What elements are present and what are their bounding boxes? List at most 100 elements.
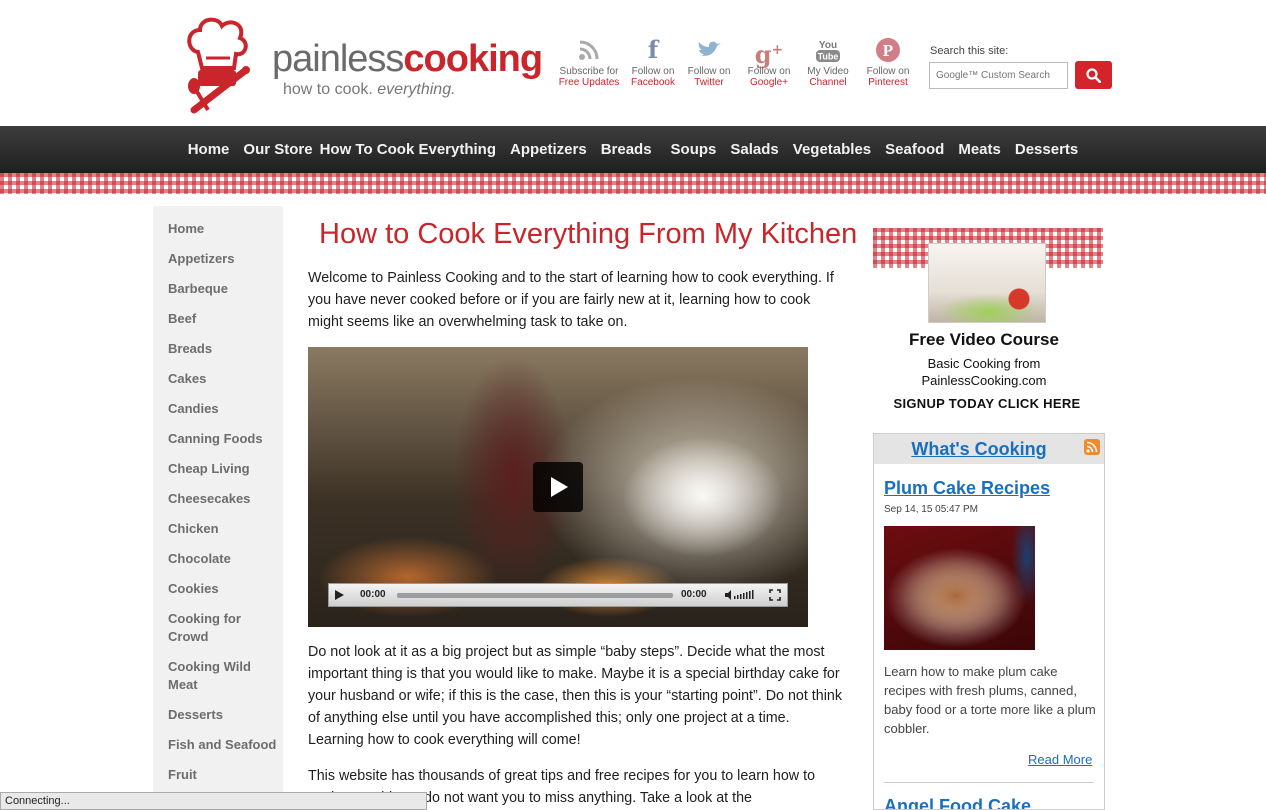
intro-paragraph: Welcome to Painless Cooking and to the s…	[308, 270, 834, 330]
nav-item-appetizers[interactable]: Appetizers	[503, 141, 594, 158]
sidebar-item-cooking-for-crowd[interactable]: Cooking for Crowd	[168, 610, 248, 646]
logo-wordmark-light: painless	[272, 38, 404, 80]
search-input[interactable]	[929, 62, 1068, 89]
promo-image	[928, 243, 1046, 323]
sidebar-item-fish-and-seafood[interactable]: Fish and Seafood	[168, 736, 280, 754]
svg-text:P: P	[883, 41, 893, 60]
pinterest-icon: P	[855, 34, 921, 66]
svg-text:Tube: Tube	[818, 52, 839, 62]
social-line1: Follow on	[687, 66, 731, 77]
sidebar-item-cheap-living[interactable]: Cheap Living	[168, 460, 280, 478]
sidebar-item-fruit[interactable]: Fruit	[168, 766, 280, 784]
tagline-prefix: how to cook.	[283, 81, 373, 98]
nav-item-seafood[interactable]: Seafood	[878, 141, 951, 158]
logo-tagline: how to cook. everything.	[283, 81, 456, 99]
svg-text:You: You	[819, 40, 837, 51]
nav-item-vegetables[interactable]: Vegetables	[786, 141, 878, 158]
sidebar-item-home[interactable]: Home	[168, 220, 280, 238]
social-link-rss[interactable]: Subscribe for Free Updates	[556, 34, 622, 88]
social-link-youtube[interactable]: You Tube My Video Channel	[795, 34, 861, 88]
nav-item-soups[interactable]: Soups	[659, 141, 724, 158]
social-link-google-plus[interactable]: g+ Follow on Google+	[736, 34, 802, 88]
sidebar-item-chicken[interactable]: Chicken	[168, 520, 280, 538]
sidebar-item-cookies[interactable]: Cookies	[168, 580, 280, 598]
rss-feed-icon[interactable]	[1084, 439, 1100, 455]
tagline-emphasis: everything.	[377, 81, 456, 98]
sidebar-item-cakes[interactable]: Cakes	[168, 370, 280, 388]
video-controls: 00:00 00:00	[328, 583, 788, 607]
body-paragraph: Do not look at it as a big project but a…	[308, 644, 843, 748]
social-line1: Subscribe for	[559, 66, 619, 77]
nav-item-how-to-cook-everything[interactable]: How To Cook Everything	[320, 141, 503, 158]
video-course-promo[interactable]: Free Video Course Basic Cooking from Pai…	[873, 228, 1103, 420]
sidebar-item-barbeque[interactable]: Barbeque	[168, 280, 280, 298]
post-excerpt: Learn how to make plum cake recipes with…	[884, 664, 1096, 736]
search-button[interactable]	[1075, 61, 1112, 89]
search-label: Search this site:	[930, 45, 1009, 57]
social-line1: Follow on	[747, 66, 791, 77]
promo-cta[interactable]: SIGNUP TODAY CLICK HERE	[873, 396, 1101, 411]
search-icon	[1086, 68, 1101, 83]
social-link-twitter[interactable]: Follow on Twitter	[676, 34, 742, 88]
social-line2: Channel	[809, 77, 847, 88]
page-title: How to Cook Everything From My Kitchen	[319, 218, 858, 250]
fullscreen-icon[interactable]	[769, 589, 781, 601]
twitter-icon	[676, 34, 742, 66]
progress-track[interactable]	[397, 593, 673, 598]
sidebar-item-candies[interactable]: Candies	[168, 400, 280, 418]
main-navigation: Home Our Store How To Cook Everything Ap…	[0, 126, 1266, 173]
total-time: 00:00	[681, 589, 707, 600]
nav-item-our-store[interactable]: Our Store	[236, 141, 319, 158]
post-divider	[884, 782, 1094, 783]
logo-wordmark: painlesscooking	[272, 38, 543, 80]
sidebar-item-desserts[interactable]: Desserts	[168, 706, 280, 724]
chef-logo-icon	[187, 17, 250, 114]
sidebar-item-cooking-wild-meat[interactable]: Cooking Wild Meat	[168, 658, 254, 694]
promo-subtitle-line2: PainlessCooking.com	[921, 373, 1047, 388]
social-line2: Google+	[749, 77, 789, 88]
promo-title: Free Video Course	[909, 330, 1059, 349]
social-line1: My Video	[807, 66, 849, 77]
social-line2: Twitter	[694, 77, 724, 88]
post-thumbnail[interactable]	[884, 526, 1035, 650]
sidebar-item-breads[interactable]: Breads	[168, 340, 280, 358]
post-title-link[interactable]: Plum Cake Recipes	[884, 478, 1050, 499]
site-header: painlesscooking how to cook. everything.…	[0, 0, 1266, 126]
rss-icon	[556, 34, 622, 66]
play-button[interactable]	[533, 462, 583, 512]
social-line1: Follow on	[866, 66, 910, 77]
browser-status-bar: Connecting...	[0, 792, 427, 810]
whats-cooking-box: What's Cooking Plum Cake Recipes Sep 14,…	[873, 433, 1105, 810]
current-time: 00:00	[360, 589, 386, 600]
sidebar-item-beef[interactable]: Beef	[168, 310, 280, 328]
nav-item-breads[interactable]: Breads	[594, 141, 659, 158]
social-link-pinterest[interactable]: P Follow on Pinterest	[855, 34, 921, 88]
sidebar-item-chocolate[interactable]: Chocolate	[168, 550, 280, 568]
nav-item-salads[interactable]: Salads	[723, 141, 785, 158]
read-more-link[interactable]: Read More	[1028, 752, 1092, 767]
sidebar-item-canning-foods[interactable]: Canning Foods	[168, 430, 280, 448]
category-sidebar: Home Appetizers Barbeque Beef Breads Cak…	[153, 206, 283, 810]
post-date: Sep 14, 15 05:47 PM	[884, 504, 978, 515]
google-plus-icon: g+	[754, 40, 784, 69]
volume-icon[interactable]	[725, 589, 757, 601]
social-line2: Pinterest	[868, 77, 908, 88]
gingham-divider	[0, 173, 1266, 194]
nav-item-desserts[interactable]: Desserts	[1008, 141, 1085, 158]
next-post-title-link[interactable]: Angel Food Cake	[884, 796, 1031, 809]
site-logo[interactable]: painlesscooking how to cook. everything.	[184, 14, 543, 120]
main-nav-items: Home Our Store How To Cook Everything Ap…	[0, 126, 1266, 173]
whats-cooking-header: What's Cooking	[874, 434, 1104, 464]
control-play-icon[interactable]	[335, 590, 344, 600]
sidebar-item-cheesecakes[interactable]: Cheesecakes	[168, 490, 280, 508]
sidebar-item-appetizers[interactable]: Appetizers	[168, 250, 280, 268]
video-player[interactable]: 00:00 00:00	[308, 347, 808, 627]
nav-item-home[interactable]: Home	[181, 141, 237, 158]
whats-cooking-title[interactable]: What's Cooking	[874, 439, 1084, 460]
play-icon	[551, 477, 568, 497]
social-line2: Free Updates	[558, 77, 620, 88]
nav-item-meats[interactable]: Meats	[951, 141, 1008, 158]
logo-wordmark-bold: cooking	[403, 38, 543, 80]
promo-subtitle-line1: Basic Cooking from	[927, 356, 1041, 371]
youtube-icon: You Tube	[795, 34, 861, 66]
